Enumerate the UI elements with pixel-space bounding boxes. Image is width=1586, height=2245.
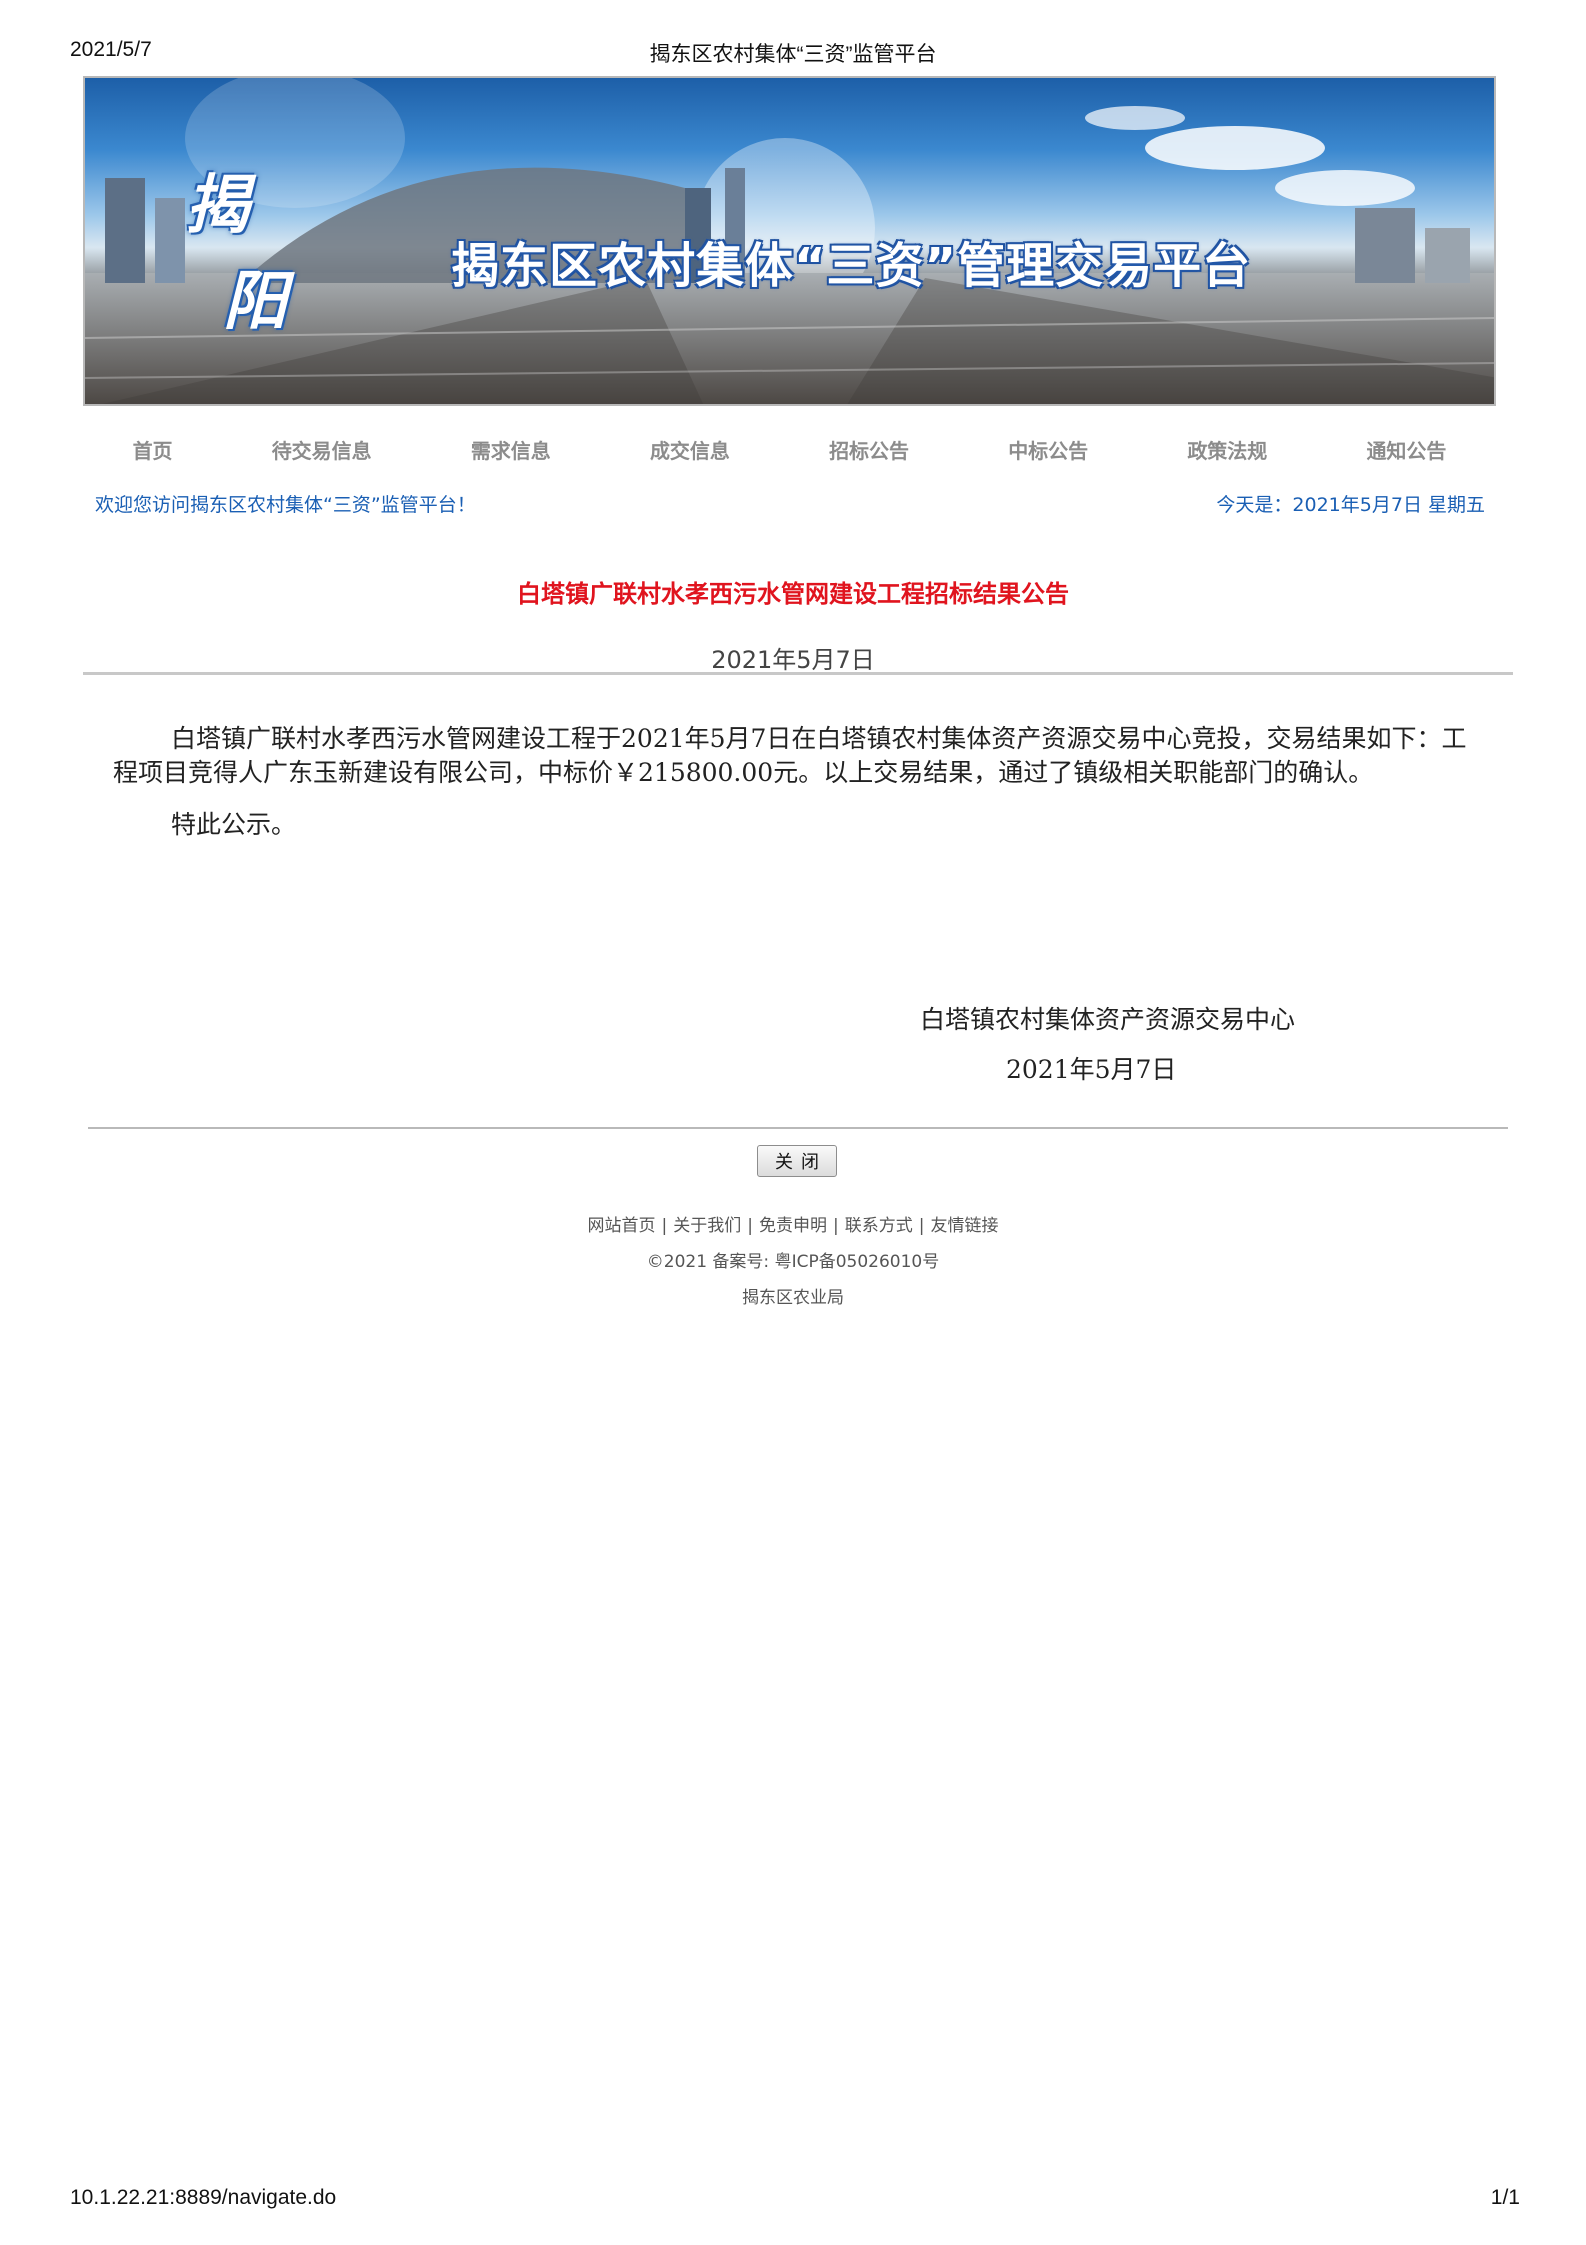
footer-link-home[interactable]: 网站首页 <box>588 1216 656 1236</box>
welcome-text: 欢迎您访问揭东区农村集体“三资”监管平台！ <box>95 494 476 516</box>
content-divider <box>88 1127 1508 1129</box>
footer-link-friends[interactable]: 友情链接 <box>930 1216 998 1236</box>
footer-link-about[interactable]: 关于我们 <box>673 1216 741 1236</box>
nav-home[interactable]: 首页 <box>123 435 183 464</box>
footer-org: 揭东区农业局 <box>742 1288 844 1308</box>
footer-record: ©2021 备案号: 粤ICP备05026010号 <box>646 1252 940 1272</box>
logo-char-1: 揭 <box>185 168 249 243</box>
print-footer: 10.1.22.21:8889/navigate.do 1/1 <box>0 2186 1586 2216</box>
banner-title: 揭东区农村集体“三资”管理交易平台 <box>451 238 1252 294</box>
nav-pending-trades[interactable]: 待交易信息 <box>262 435 382 464</box>
today-date: 今天是：2021年5月7日 星期五 <box>1216 494 1485 516</box>
site-footer: 网站首页 | 关于我们 | 免责申明 | 联系方式 | 友情链接 ©2021 备案号: 粤ICP… <box>0 1208 1586 1316</box>
nav-policy[interactable]: 政策法规 <box>1177 435 1277 464</box>
article-date: 2021年5月7日 <box>711 646 875 674</box>
signature-date: 2021年5月7日 <box>1006 1055 1177 1084</box>
article-paragraph: 特此公示。 <box>171 810 297 839</box>
article-paragraph: 白塔镇广联村水孝西污水管网建设工程于2021年5月7日在白塔镇农村集体资产资源交… <box>113 724 1467 787</box>
print-page-title: 揭东区农村集体“三资”监管平台 <box>649 43 937 66</box>
footer-separator: | <box>747 1216 753 1236</box>
signature-org: 白塔镇农村集体资产资源交易中心 <box>920 1005 1296 1034</box>
footer-separator: | <box>661 1216 668 1236</box>
footer-links: 网站首页 | 关于我们 | 免责申明 | 联系方式 | 友情链接 <box>0 1208 1586 1244</box>
footer-link-disclaimer[interactable]: 免责申明 <box>759 1216 827 1236</box>
print-header: 2021/5/7 揭东区农村集体“三资”监管平台 <box>0 38 1586 68</box>
print-url: 10.1.22.21:8889/navigate.do <box>70 2186 337 2209</box>
article-title: 白塔镇广联村水孝西污水管网建设工程招标结果公告 <box>517 580 1069 608</box>
nav-demand-info[interactable]: 需求信息 <box>461 435 561 464</box>
close-button[interactable]: 关闭 <box>757 1145 837 1177</box>
print-page-number: 1/1 <box>1490 2186 1520 2209</box>
nav-tender-notice[interactable]: 招标公告 <box>819 435 919 464</box>
article-body: 白塔镇广联村水孝西污水管网建设工程于2021年5月7日在白塔镇农村集体资产资源交… <box>113 722 1491 860</box>
main-nav: 首页 待交易信息 需求信息 成交信息 招标公告 中标公告 政策法规 通知公告 <box>83 432 1496 466</box>
nav-announcements[interactable]: 通知公告 <box>1356 435 1456 464</box>
nav-deal-info[interactable]: 成交信息 <box>640 435 740 464</box>
footer-separator: | <box>918 1216 925 1236</box>
header-banner: 揭 阳 揭东区农村集体“三资”管理交易平台 <box>83 76 1496 406</box>
signature-block: 白塔镇农村集体资产资源交易中心 2021年5月7日 <box>920 995 1440 1095</box>
footer-separator: | <box>833 1216 839 1236</box>
welcome-bar: 欢迎您访问揭东区农村集体“三资”监管平台！ 今天是：2021年5月7日 星期五 <box>95 490 1485 522</box>
logo-char-2: 阳 <box>223 264 287 339</box>
title-divider <box>83 672 1513 675</box>
nav-award-notice[interactable]: 中标公告 <box>998 435 1098 464</box>
footer-link-contact[interactable]: 联系方式 <box>845 1216 913 1236</box>
jieyang-logo: 揭 阳 <box>185 158 335 378</box>
